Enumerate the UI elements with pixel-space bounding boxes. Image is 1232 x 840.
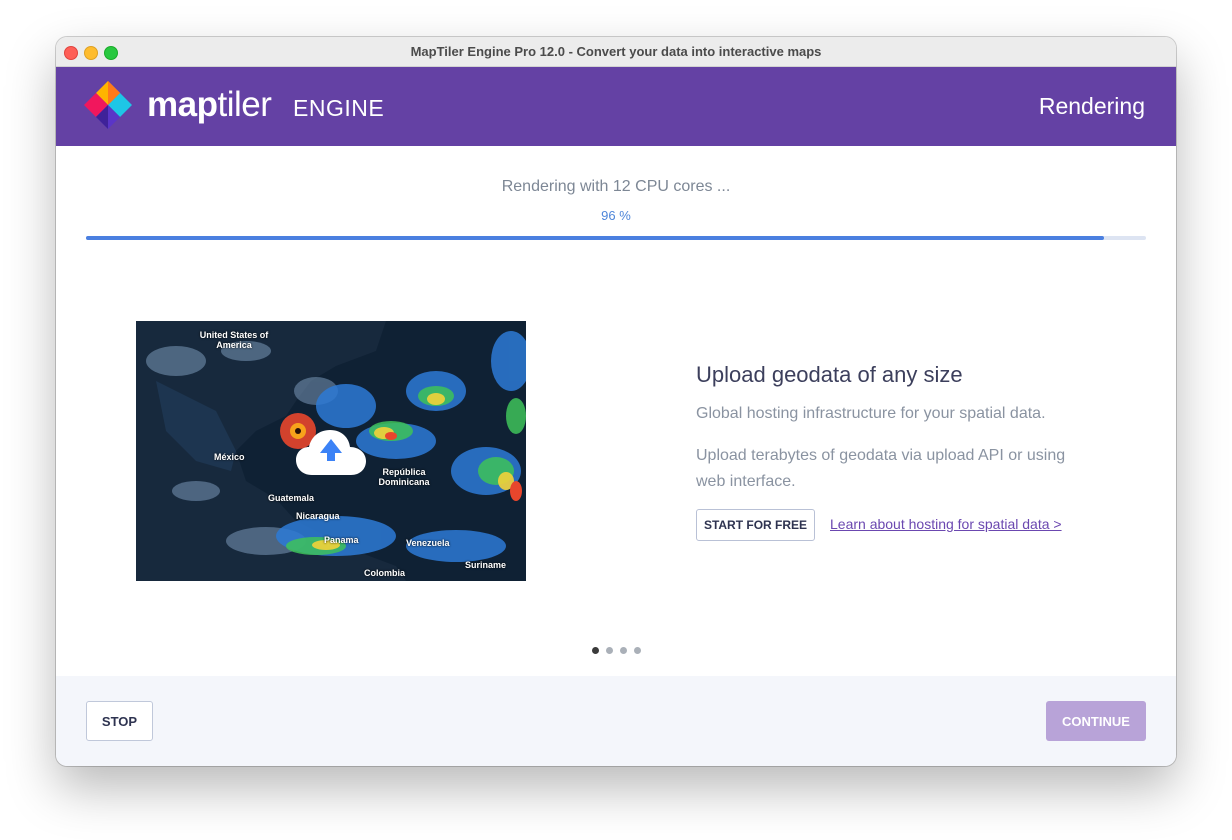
map-label-republica: República Dominicana bbox=[378, 467, 430, 487]
progress-percent: 96 % bbox=[601, 208, 631, 223]
map-label-colombia: Colombia bbox=[364, 568, 406, 578]
slide-title: Upload geodata of any size bbox=[696, 362, 963, 387]
slide-description: Global hosting infrastructure for your s… bbox=[696, 405, 1046, 422]
brand-engine: ENGINE bbox=[293, 95, 385, 121]
progress-label: Rendering with 12 CPU cores ... bbox=[501, 178, 731, 195]
continue-button[interactable]: CONTINUE bbox=[1046, 701, 1146, 741]
maptiler-logo bbox=[84, 81, 132, 129]
map-label-guatemala: Guatemala bbox=[268, 493, 315, 503]
progress-track bbox=[86, 236, 1146, 240]
app-header: maptiler ENGINE Rendering bbox=[56, 67, 1176, 146]
carousel-dot-3[interactable] bbox=[620, 647, 627, 654]
map-label-panama: Panama bbox=[324, 535, 359, 545]
brand-tiler: tiler bbox=[217, 85, 272, 124]
stop-button[interactable]: STOP bbox=[86, 701, 153, 741]
brand-map: map bbox=[147, 85, 218, 124]
title-bar: MapTiler Engine Pro 12.0 - Convert your … bbox=[56, 37, 1176, 67]
carousel-dot-2[interactable] bbox=[606, 647, 613, 654]
carousel-dot-1[interactable] bbox=[592, 647, 599, 654]
window-title: MapTiler Engine Pro 12.0 - Convert your … bbox=[410, 44, 822, 59]
carousel-dot-4[interactable] bbox=[634, 647, 641, 654]
progress-fill bbox=[86, 236, 1104, 240]
brand-wordmark: maptiler bbox=[147, 85, 272, 125]
cloud-upload-icon bbox=[296, 430, 366, 475]
slide-map-image: United States of America México Guatemal… bbox=[136, 321, 526, 581]
map-label-mexico: México bbox=[214, 452, 245, 462]
slide-description-2: Upload terabytes of geodata via upload A… bbox=[696, 447, 1066, 490]
learn-hosting-link[interactable]: Learn about hosting for spatial data > bbox=[830, 516, 1062, 532]
map-label-suriname: Suriname bbox=[465, 560, 507, 570]
start-for-free-button[interactable]: START FOR FREE bbox=[696, 509, 815, 541]
header-status: Rendering bbox=[1038, 93, 1145, 119]
app-window: MapTiler Engine Pro 12.0 - Convert your … bbox=[56, 37, 1176, 766]
map-label-nicaragua: Nicaragua bbox=[296, 511, 340, 521]
map-label-venezuela: Venezuela bbox=[406, 538, 450, 548]
map-label-usa: United States of America bbox=[199, 330, 269, 350]
footer-bar: STOP CONTINUE bbox=[56, 676, 1176, 766]
